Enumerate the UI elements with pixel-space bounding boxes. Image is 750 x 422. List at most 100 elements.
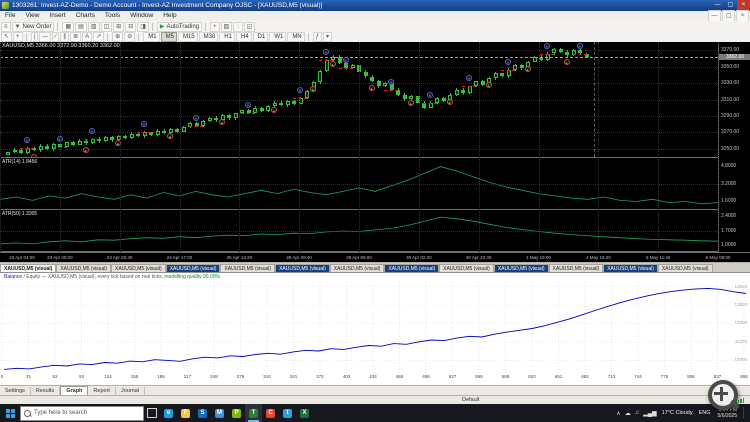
task-view-icon xyxy=(147,408,157,418)
time-label: 6 May 08:00 xyxy=(688,255,748,260)
grid-line xyxy=(60,42,61,252)
taskbar-app-chrome[interactable]: C xyxy=(262,404,279,422)
toolbar-channel-button[interactable]: ∥ xyxy=(60,32,69,42)
menu-tools[interactable]: Tools xyxy=(100,11,125,21)
grid-line xyxy=(120,42,121,252)
toolbar-tf-m30-button[interactable]: M30 xyxy=(199,32,219,42)
price-axis[interactable]: 3370.003350.003330.003310.003290.003270.… xyxy=(718,42,750,252)
toolbar-zoom-out-button[interactable]: ⊖ xyxy=(124,32,135,42)
toolbar-templates-button[interactable]: ▧ xyxy=(221,22,233,32)
toolbar-tf-h4-button[interactable]: H4 xyxy=(236,32,252,42)
tester-x-label: 341 xyxy=(285,374,303,379)
taskbar-app-excel[interactable]: X xyxy=(296,404,313,422)
menu-insert[interactable]: Insert xyxy=(44,11,70,21)
candle xyxy=(494,73,498,78)
action-center-button[interactable] xyxy=(743,407,750,419)
toolbar-profiles-button[interactable]: ▤ xyxy=(75,22,87,32)
new-order-label: New Order xyxy=(22,24,51,30)
toolbar-market-watch-button[interactable]: ▥ xyxy=(88,22,100,32)
toolbar-vertical-line-button[interactable]: | xyxy=(31,32,39,42)
templates-icon: ▧ xyxy=(224,23,230,31)
toolbar-fibonacci-button[interactable]: ≣ xyxy=(70,32,81,42)
grid-line xyxy=(180,42,181,252)
current-price-tag: 3362.00 xyxy=(719,54,750,60)
tester-graph-svg[interactable] xyxy=(0,282,750,374)
toolbar-terminal-button[interactable]: ⊟ xyxy=(125,22,136,32)
start-button[interactable] xyxy=(0,404,20,422)
candle xyxy=(6,152,10,154)
candle xyxy=(370,77,374,82)
time-label: 29 Apr 06:00 xyxy=(329,255,389,260)
taskbar-app-mail[interactable]: M xyxy=(211,404,228,422)
menu-file[interactable]: File xyxy=(0,11,20,21)
task-view-button[interactable] xyxy=(144,404,160,422)
toolbar-cursor-button[interactable]: ↖ xyxy=(1,32,12,42)
trade-marker-sell: ▼ xyxy=(323,49,329,55)
hidden-icons-chevron[interactable]: ∧ xyxy=(614,410,622,417)
toolbar-periods-button[interactable]: ▾ xyxy=(323,32,332,42)
price-label: 3310.00 xyxy=(721,97,739,103)
time-label: 30 Apr 02:20 xyxy=(389,255,449,260)
toolbar-refresh-button[interactable]: ◌ xyxy=(233,22,243,32)
search-input[interactable]: Type here to search xyxy=(20,406,144,421)
candle xyxy=(175,129,179,131)
menu-view[interactable]: View xyxy=(20,11,44,21)
weather-widget[interactable]: 17°C Cloudy xyxy=(659,410,696,416)
toolbar-zoom-in-button[interactable]: ⊕ xyxy=(112,32,123,42)
indicator-scale-label: 2.4000 xyxy=(721,213,736,219)
tray-icons: ∧☁♫▂▄▆ xyxy=(614,410,658,417)
grid-line xyxy=(479,42,480,252)
taskbar-app-telegram[interactable]: t xyxy=(279,404,296,422)
toolbar-tf-h1-button[interactable]: H1 xyxy=(219,32,235,42)
toolbar-tf-w1-button[interactable]: W1 xyxy=(269,32,286,42)
tester-x-label: 124 xyxy=(99,374,117,379)
toolbar-horizontal-line-button[interactable]: — xyxy=(39,32,51,42)
toolbar-tf-mn-button[interactable]: MN xyxy=(287,32,304,42)
toolbar-text-label-button[interactable]: A xyxy=(82,32,92,42)
toolbar-arrows-button[interactable]: ↗ xyxy=(93,32,104,42)
toolbar-menu-toggle-button[interactable]: ≡ xyxy=(1,22,11,32)
toolbar-tf-m15-button[interactable]: M15 xyxy=(178,32,198,42)
toolbar-strategy-tester-button[interactable]: ◨ xyxy=(137,22,149,32)
taskbar-app-store[interactable]: S xyxy=(194,404,211,422)
toolbar-full-screen-button[interactable]: ◱ xyxy=(244,22,256,32)
price-label: 3370.00 xyxy=(721,47,739,53)
trade-marker-buy: ▲ xyxy=(525,66,531,72)
profiles-icon: ▤ xyxy=(78,23,84,31)
crosshair-icon: + xyxy=(16,33,20,41)
trade-marker-buy: ▲ xyxy=(408,100,414,106)
trade-level-line xyxy=(241,113,255,114)
toolbar-tf-d1-button[interactable]: D1 xyxy=(253,32,269,42)
toolbar-autotrading-button[interactable]: ▶AutoTrading xyxy=(157,22,202,32)
menu-window[interactable]: Window xyxy=(125,11,158,21)
toolbar-trendline-button[interactable]: ∕ xyxy=(52,32,59,42)
network-icon[interactable]: ▂▄▆ xyxy=(641,410,658,417)
onedrive-icon[interactable]: ☁ xyxy=(623,410,633,417)
toolbar-navigator-button[interactable]: ⊞ xyxy=(113,22,124,32)
taskbar-app-edge[interactable]: e xyxy=(160,404,177,422)
tf-mn-label: MN xyxy=(292,34,301,40)
taskbar-app-file-explorer[interactable]: F xyxy=(177,404,194,422)
volume-icon[interactable]: ♫ xyxy=(633,410,642,417)
toolbar-tf-m1-button[interactable]: M1 xyxy=(143,32,159,42)
tester-x-label: 527 xyxy=(444,374,462,379)
taskbar-app-photos[interactable]: P xyxy=(228,404,245,422)
periods-icon: ▾ xyxy=(326,33,329,41)
toolbar-indicators-button[interactable]: ƒ xyxy=(313,32,322,42)
toolbar-data-window-button[interactable]: ◫ xyxy=(101,22,113,32)
windows-taskbar: Type here to search eFSMPTCtX ∧☁♫▂▄▆ 17°… xyxy=(0,404,750,422)
arrows-icon: ↗ xyxy=(96,33,101,41)
menu-charts[interactable]: Charts xyxy=(71,11,100,21)
tester-x-label: 248 xyxy=(205,374,223,379)
toolbar-crosshair-button[interactable]: + xyxy=(13,32,23,42)
menu-help[interactable]: Help xyxy=(158,11,181,21)
indicator-scale-label: 3.2000 xyxy=(721,181,736,187)
toolbar-tf-m5-button[interactable]: M5 xyxy=(161,32,177,42)
toolbar-charts-grid-button[interactable]: ▦ xyxy=(62,22,74,32)
taskbar-app-metatrader[interactable]: T xyxy=(245,404,262,422)
toolbar-separator xyxy=(308,33,309,41)
toolbar-new-order-button[interactable]: ▼New Order xyxy=(12,22,55,32)
price-label: 3250.00 xyxy=(721,146,739,152)
candle xyxy=(208,118,212,121)
toolbar-new-chart-button[interactable]: + xyxy=(210,22,220,32)
